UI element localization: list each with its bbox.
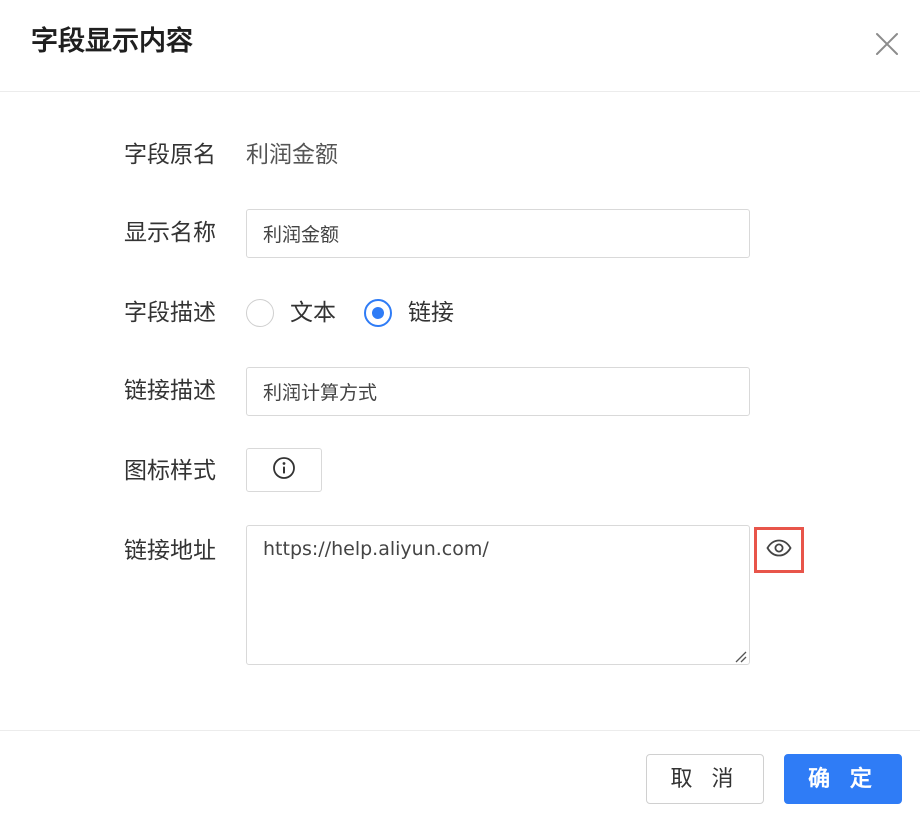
display-name-input[interactable] <box>246 209 750 258</box>
original-name-label: 字段原名 <box>124 142 216 168</box>
confirm-button[interactable]: 确 定 <box>784 754 902 804</box>
field-description-label: 字段描述 <box>124 300 216 326</box>
radio-text-circle[interactable] <box>246 299 274 327</box>
field-description-radio-group: 文本 链接 <box>246 297 454 329</box>
info-circle-icon <box>272 456 296 484</box>
display-name-label: 显示名称 <box>124 220 216 246</box>
radio-link-label: 链接 <box>408 300 454 326</box>
dialog-title: 字段显示内容 <box>31 26 193 57</box>
field-display-dialog: 字段显示内容 字段原名 利润金额 显示名称 字段描述 文本 链接 链接描述 图标… <box>0 0 920 824</box>
eye-icon <box>766 539 792 561</box>
link-preview-button[interactable] <box>754 527 804 573</box>
resize-handle-icon[interactable] <box>733 648 747 663</box>
icon-style-label: 图标样式 <box>124 458 216 484</box>
radio-text-label: 文本 <box>290 300 336 326</box>
link-description-label: 链接描述 <box>124 378 216 404</box>
icon-style-picker[interactable] <box>246 448 322 492</box>
dialog-footer: 取 消 确 定 <box>0 730 920 824</box>
link-description-input[interactable] <box>246 367 750 416</box>
link-address-label: 链接地址 <box>124 538 216 564</box>
radio-link[interactable]: 链接 <box>364 297 454 329</box>
cancel-button[interactable]: 取 消 <box>646 754 764 804</box>
radio-text[interactable]: 文本 <box>246 297 336 329</box>
dialog-header: 字段显示内容 <box>0 0 920 92</box>
original-name-value: 利润金额 <box>246 142 338 168</box>
radio-link-circle[interactable] <box>364 299 392 327</box>
close-icon[interactable] <box>873 30 901 58</box>
link-address-textarea[interactable]: https://help.aliyun.com/ <box>246 525 750 665</box>
